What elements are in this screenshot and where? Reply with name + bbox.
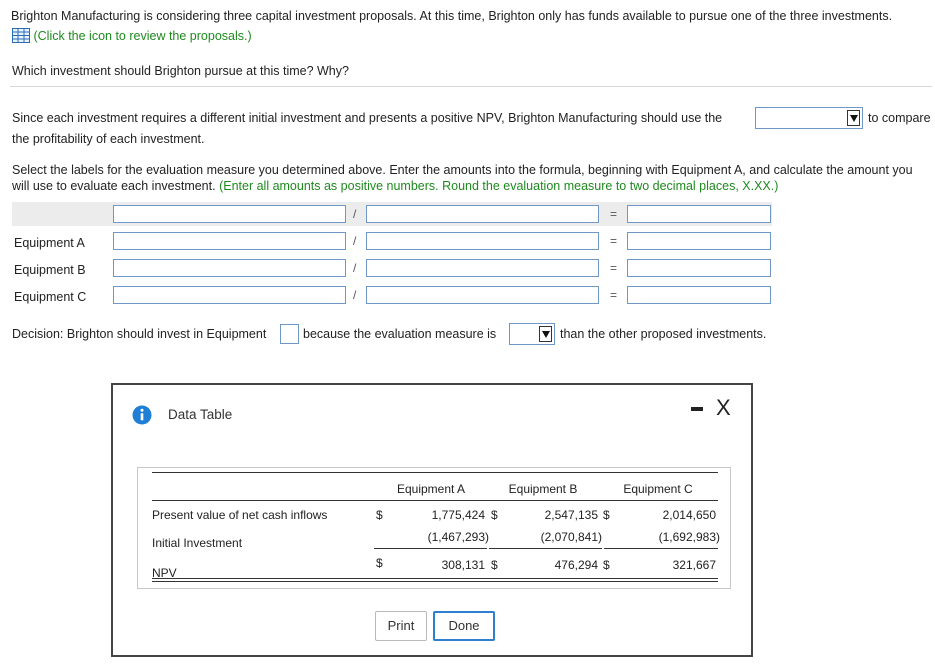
row-label-equipment-c: Equipment C [14, 290, 87, 304]
decision-text-2: because the evaluation measure is [303, 327, 497, 341]
equipment-a-denominator-input[interactable] [366, 232, 599, 250]
currency-sign: $ [603, 558, 610, 572]
dropdown-arrow-icon[interactable] [847, 110, 860, 126]
data-table: Equipment A Equipment B Equipment C Pres… [137, 467, 731, 589]
divide-sign: / [353, 261, 357, 275]
para2-note: (Enter all amounts as positive numbers. … [219, 179, 779, 193]
data-table-modal: Data Table X Equipment A Equipment B Equ… [111, 383, 753, 657]
divide-sign: / [353, 234, 357, 248]
row-label-initial-investment: Initial Investment [152, 536, 243, 550]
equipment-c-denominator-input[interactable] [366, 286, 599, 304]
modal-title: Data Table [168, 407, 233, 422]
column-header-equipment-b: Equipment B [508, 482, 578, 496]
done-button[interactable]: Done [433, 611, 495, 641]
para1-line2: the profitability of each investment. [12, 132, 205, 146]
result-label-select[interactable] [627, 205, 771, 223]
table-top-rule [152, 472, 718, 473]
currency-sign: $ [376, 556, 383, 570]
equals-sign: = [610, 234, 618, 248]
cell-init-a: (1,467,293) [427, 530, 489, 544]
header-rule [152, 500, 718, 501]
equals-sign: = [610, 261, 618, 275]
info-icon [132, 405, 152, 425]
cell-npv-a: 308,131 [441, 558, 485, 572]
cell-init-c: (1,692,983) [658, 530, 720, 544]
column-header-equipment-c: Equipment C [623, 482, 693, 496]
subtotal-rule-c [604, 548, 718, 549]
equipment-c-result-input[interactable] [627, 286, 771, 304]
subtotal-rule-a [374, 548, 487, 549]
equals-sign: = [610, 288, 618, 302]
cell-pv-a: 1,775,424 [431, 508, 485, 522]
equipment-b-result-input[interactable] [627, 259, 771, 277]
evaluation-measure-select[interactable] [755, 107, 863, 129]
divider [10, 86, 932, 87]
print-button[interactable]: Print [375, 611, 427, 641]
equipment-c-numerator-input[interactable] [113, 286, 346, 304]
close-icon[interactable]: X [716, 395, 731, 421]
decision-text-1: Decision: Brighton should invest in Equi… [12, 327, 267, 341]
decision-text-3: than the other proposed investments. [560, 327, 767, 341]
denominator-label-select[interactable] [366, 205, 599, 223]
equipment-a-result-input[interactable] [627, 232, 771, 250]
row-label-pv-inflows: Present value of net cash inflows [152, 508, 328, 522]
total-rule-1 [152, 578, 718, 579]
divide-sign: / [353, 207, 357, 221]
divide-sign: / [353, 288, 357, 302]
proposals-link-text[interactable]: (Click the icon to review the proposals.… [33, 29, 251, 43]
column-header-equipment-a: Equipment A [396, 482, 466, 496]
para2: Select the labels for the evaluation mea… [12, 162, 930, 194]
subtotal-rule-b [489, 548, 602, 549]
table-grid-icon[interactable] [12, 28, 30, 43]
total-rule-2 [152, 581, 718, 582]
numerator-label-select[interactable] [113, 205, 346, 223]
equipment-b-denominator-input[interactable] [366, 259, 599, 277]
para1-text: Since each investment requires a differe… [12, 111, 723, 125]
currency-sign: $ [491, 558, 498, 572]
currency-sign: $ [491, 508, 498, 522]
cell-init-b: (2,070,841) [540, 530, 602, 544]
cell-npv-b: 476,294 [554, 558, 598, 572]
question-ask: Which investment should Brighton pursue … [12, 64, 349, 78]
decision-comparison-select[interactable] [509, 323, 555, 345]
cell-pv-b: 2,547,135 [544, 508, 598, 522]
cell-npv-c: 321,667 [672, 558, 716, 572]
row-label-equipment-a: Equipment A [14, 236, 85, 250]
equipment-b-numerator-input[interactable] [113, 259, 346, 277]
decision-equipment-input[interactable] [280, 324, 299, 344]
proposals-link[interactable]: (Click the icon to review the proposals.… [12, 28, 252, 43]
cell-pv-c: 2,014,650 [662, 508, 716, 522]
currency-sign: $ [603, 508, 610, 522]
minimize-icon[interactable] [691, 407, 703, 411]
equals-sign: = [610, 207, 618, 221]
question-intro: Brighton Manufacturing is considering th… [11, 9, 893, 23]
currency-sign: $ [376, 508, 383, 522]
dropdown-arrow-icon[interactable] [539, 326, 552, 342]
para1-after: to compare [868, 111, 931, 125]
equipment-a-numerator-input[interactable] [113, 232, 346, 250]
row-label-equipment-b: Equipment B [14, 263, 86, 277]
